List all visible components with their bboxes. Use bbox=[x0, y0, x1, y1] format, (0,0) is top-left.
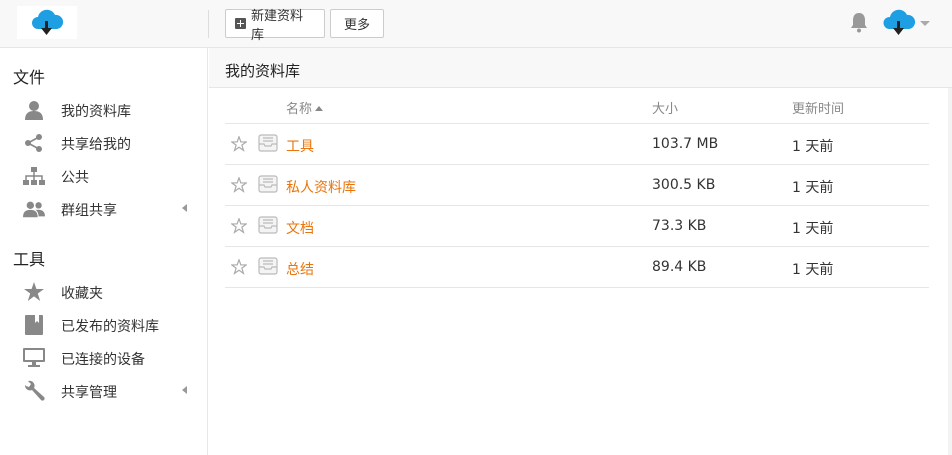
new-library-button[interactable]: 新建资料库 bbox=[225, 9, 325, 43]
star-outline-icon[interactable] bbox=[229, 135, 249, 156]
page-title-bar: 我的资料库 bbox=[209, 48, 952, 88]
new-library-label: 新建资料库 bbox=[251, 8, 304, 43]
star-outline-icon[interactable] bbox=[229, 176, 249, 197]
library-icon bbox=[258, 257, 278, 279]
library-size: 103.7 MB bbox=[652, 136, 719, 152]
sidebar-item-public[interactable]: 公共 bbox=[0, 161, 207, 191]
star-outline-icon[interactable] bbox=[229, 217, 249, 238]
sidebar-item-label: 已连接的设备 bbox=[61, 352, 145, 368]
header-divider bbox=[208, 10, 209, 38]
sidebar-item-published-libraries[interactable]: 已发布的资料库 bbox=[0, 310, 207, 340]
sidebar-item-label: 共享管理 bbox=[61, 385, 117, 401]
monitor-icon bbox=[23, 348, 45, 368]
table-row[interactable]: 工具 103.7 MB 1 天前 bbox=[225, 124, 929, 165]
sidebar: 文件 我的资料库 共享给我的 公共 群组共享 工具 收藏夹 已发布的资料库 已连… bbox=[0, 48, 208, 455]
wrench-icon bbox=[23, 380, 45, 401]
main-content: 我的资料库 名称 大小 更新时间 工具 103.7 MB 1 天前 私人资料库 … bbox=[209, 48, 952, 455]
expand-arrow-icon[interactable] bbox=[182, 204, 187, 212]
sidebar-item-label: 收藏夹 bbox=[61, 286, 103, 302]
notification-bell-icon[interactable] bbox=[849, 11, 869, 37]
star-outline-icon[interactable] bbox=[229, 258, 249, 279]
library-name-link[interactable]: 私人资料库 bbox=[286, 177, 356, 197]
sidebar-item-label: 我的资料库 bbox=[61, 104, 131, 120]
chevron-down-icon[interactable] bbox=[920, 21, 930, 26]
user-avatar-icon bbox=[883, 9, 916, 35]
expand-arrow-icon[interactable] bbox=[182, 386, 187, 394]
sidebar-item-share-admin[interactable]: 共享管理 bbox=[0, 376, 207, 406]
library-name-link[interactable]: 文档 bbox=[286, 218, 314, 238]
column-header-name[interactable]: 名称 bbox=[286, 98, 324, 117]
sidebar-item-favorites[interactable]: 收藏夹 bbox=[0, 277, 207, 307]
column-header-size[interactable]: 大小 bbox=[652, 98, 678, 117]
table-header: 名称 大小 更新时间 bbox=[225, 88, 929, 124]
library-modified-time: 1 天前 bbox=[792, 139, 834, 155]
sidebar-item-label: 群组共享 bbox=[61, 203, 117, 219]
library-size: 73.3 KB bbox=[652, 218, 707, 234]
table-row[interactable]: 私人资料库 300.5 KB 1 天前 bbox=[225, 165, 929, 206]
table-row[interactable]: 文档 73.3 KB 1 天前 bbox=[225, 206, 929, 247]
logo[interactable] bbox=[17, 6, 77, 39]
user-icon bbox=[23, 100, 45, 120]
org-chart-icon bbox=[23, 166, 45, 186]
sidebar-item-linked-devices[interactable]: 已连接的设备 bbox=[0, 343, 207, 373]
sidebar-item-my-libraries[interactable]: 我的资料库 bbox=[0, 95, 207, 125]
library-modified-time: 1 天前 bbox=[792, 180, 834, 196]
sidebar-item-label: 共享给我的 bbox=[61, 137, 131, 153]
sidebar-heading-files: 文件 bbox=[13, 68, 46, 87]
sidebar-item-shared-with-me[interactable]: 共享给我的 bbox=[0, 128, 207, 158]
avatar[interactable] bbox=[883, 8, 916, 44]
sidebar-heading-tools: 工具 bbox=[13, 250, 46, 269]
page-title: 我的资料库 bbox=[225, 62, 301, 80]
share-icon bbox=[23, 133, 45, 153]
sidebar-item-label: 已发布的资料库 bbox=[61, 319, 159, 335]
sort-ascending-icon bbox=[315, 106, 324, 111]
book-icon bbox=[23, 315, 45, 335]
library-icon bbox=[258, 216, 278, 238]
cloud-logo-icon bbox=[32, 9, 64, 35]
column-header-modified[interactable]: 更新时间 bbox=[792, 98, 844, 117]
library-icon bbox=[258, 134, 278, 156]
sidebar-item-group-shares[interactable]: 群组共享 bbox=[0, 194, 207, 224]
library-name-link[interactable]: 总结 bbox=[286, 259, 314, 279]
more-button[interactable]: 更多 bbox=[330, 9, 384, 38]
star-icon bbox=[23, 282, 45, 302]
library-size: 89.4 KB bbox=[652, 259, 707, 275]
more-label: 更多 bbox=[343, 18, 370, 33]
scrollbar-track[interactable] bbox=[948, 88, 952, 455]
top-header: 新建资料库 更多 bbox=[0, 0, 952, 48]
library-modified-time: 1 天前 bbox=[792, 221, 834, 237]
table-row[interactable]: 总结 89.4 KB 1 天前 bbox=[225, 247, 929, 288]
library-modified-time: 1 天前 bbox=[792, 262, 834, 278]
library-icon bbox=[258, 175, 278, 197]
group-icon bbox=[23, 199, 45, 219]
library-size: 300.5 KB bbox=[652, 177, 716, 193]
plus-square-icon bbox=[235, 18, 246, 29]
sidebar-item-label: 公共 bbox=[61, 170, 89, 186]
library-name-link[interactable]: 工具 bbox=[286, 136, 314, 156]
